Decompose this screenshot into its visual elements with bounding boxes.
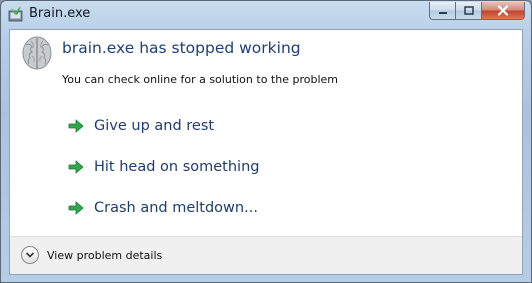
option-label: Hit head on something — [94, 159, 260, 175]
maximize-button[interactable] — [455, 2, 481, 20]
option-label: Give up and rest — [94, 118, 215, 134]
option-crash-and-meltdown[interactable]: Crash and meltdown... — [68, 197, 258, 219]
expand-toggle[interactable] — [21, 246, 39, 264]
window-title: Brain.exe — [29, 6, 91, 21]
option-give-up-and-rest[interactable]: Give up and rest — [68, 115, 214, 137]
option-label: Crash and meltdown... — [94, 200, 258, 216]
caption-buttons — [429, 2, 525, 20]
close-button[interactable] — [481, 2, 525, 20]
view-problem-details-label: View problem details — [47, 248, 163, 262]
close-icon — [497, 5, 509, 16]
green-arrow-icon — [68, 201, 84, 215]
app-icon — [8, 6, 23, 22]
green-arrow-icon — [68, 160, 84, 174]
dialog-footer: View problem details — [10, 236, 522, 274]
dialog-content: brain.exe has stopped working You can ch… — [9, 29, 523, 275]
brain-icon — [22, 36, 52, 70]
maximize-icon — [463, 6, 474, 15]
view-problem-details-button[interactable]: View problem details — [21, 246, 162, 264]
dialog-window: Brain.exe brain.exe has stopped working … — [0, 0, 532, 283]
option-hit-head-on-something[interactable]: Hit head on something — [68, 156, 259, 178]
minimize-icon — [438, 11, 447, 14]
green-arrow-icon — [68, 119, 84, 133]
chevron-down-icon — [25, 252, 35, 258]
title-bar[interactable]: Brain.exe — [1, 1, 531, 27]
dialog-subtext: You can check online for a solution to t… — [62, 73, 338, 86]
dialog-headline: brain.exe has stopped working — [62, 39, 301, 57]
minimize-button[interactable] — [429, 2, 455, 20]
